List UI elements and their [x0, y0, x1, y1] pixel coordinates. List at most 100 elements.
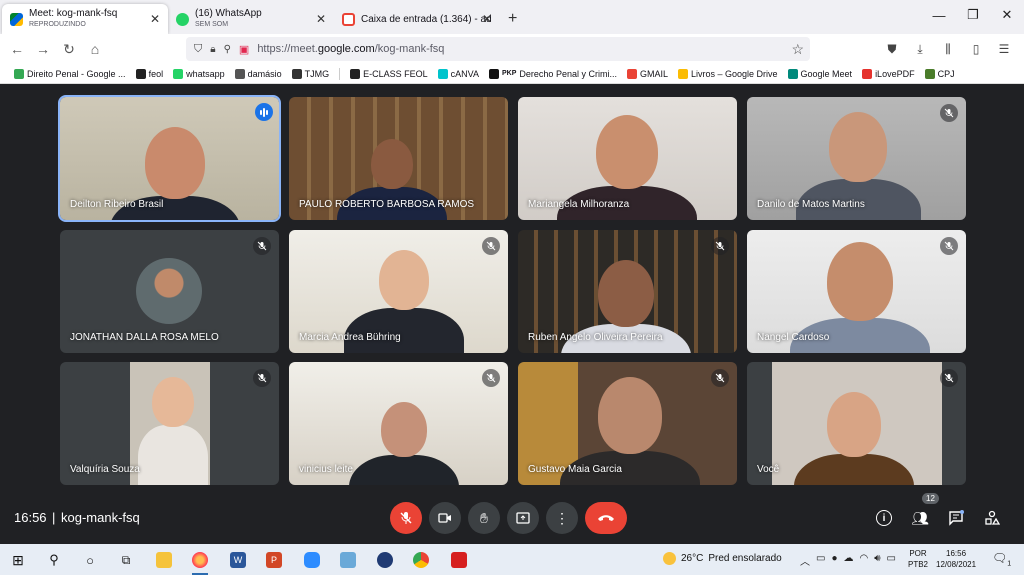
participant-tile[interactable]: Gustavo Maia Garcia: [518, 362, 737, 485]
bookmark-item[interactable]: damásio: [234, 68, 282, 79]
participant-face: [152, 377, 194, 428]
bookmark-item[interactable]: TJMG: [291, 68, 329, 79]
close-window-icon[interactable]: ✕: [990, 0, 1024, 30]
chat-button[interactable]: [944, 506, 968, 530]
mic-off-icon: [940, 369, 958, 387]
camera-icon[interactable]: ▣: [239, 43, 249, 56]
participant-tile[interactable]: vinicius leite: [289, 362, 508, 485]
bookmark-item[interactable]: whatsapp: [173, 68, 225, 79]
participant-name: Danilo de Matos Martins: [757, 199, 865, 210]
activities-button[interactable]: [980, 506, 1004, 530]
camera-toggle-button[interactable]: [429, 502, 461, 534]
bookmark-item[interactable]: Livros – Google Drive: [677, 68, 778, 79]
info-button[interactable]: i: [872, 506, 896, 530]
app-icon[interactable]: [373, 548, 397, 572]
app-tray-icon[interactable]: ●: [831, 553, 837, 568]
tab-whatsapp[interactable]: (16) WhatsApp SEM SOM ✕: [168, 4, 334, 34]
tab-gmail[interactable]: Caixa de entrada (1.364) - advo ✕: [334, 4, 500, 34]
close-icon[interactable]: ✕: [316, 12, 326, 26]
chrome-icon[interactable]: [409, 548, 433, 572]
bookmark-item[interactable]: iLovePDF: [862, 68, 915, 79]
battery-icon[interactable]: ▭: [887, 553, 896, 568]
hand-icon: ✋︎: [480, 509, 488, 526]
raise-hand-button[interactable]: ✋︎: [468, 502, 500, 534]
wifi-icon[interactable]: ◠: [860, 553, 869, 568]
tab-title: Meet: kog-mank-fsq: [29, 8, 118, 19]
file-explorer-icon[interactable]: [152, 548, 176, 572]
volume-icon[interactable]: 🔊︎: [874, 553, 880, 568]
participant-tile[interactable]: Ruben Angelo Oliveira Pereira: [518, 230, 737, 353]
mic-toggle-button[interactable]: [390, 502, 422, 534]
participant-tile[interactable]: Mariangela Milhoranza: [518, 97, 737, 220]
participant-tile[interactable]: Nangel Cardoso: [747, 230, 966, 353]
firefox-icon[interactable]: [188, 548, 212, 575]
download-icon[interactable]: ⤓: [908, 38, 932, 60]
bookmark-item[interactable]: E-CLASS FEOL: [350, 68, 428, 79]
bookmark-icon: [489, 68, 500, 79]
more-options-button[interactable]: ⋮: [546, 502, 578, 534]
present-button[interactable]: [507, 502, 539, 534]
close-icon[interactable]: ✕: [482, 12, 492, 26]
meet-icon: [10, 12, 23, 26]
participant-tile[interactable]: Você: [747, 362, 966, 485]
acrobat-icon[interactable]: [447, 548, 471, 572]
bookmark-item[interactable]: Google Meet: [787, 68, 852, 79]
cloud-icon[interactable]: ☁︎: [844, 553, 854, 568]
bookmark-item[interactable]: cANVA: [437, 68, 479, 79]
bookmark-item[interactable]: Direito Penal - Google ...: [14, 68, 126, 79]
language-indicator[interactable]: POR PTB2: [908, 548, 928, 570]
cortana-icon[interactable]: ○: [78, 548, 102, 572]
library-icon[interactable]: ⫼: [936, 38, 960, 60]
participant-tile[interactable]: Danilo de Matos Martins: [747, 97, 966, 220]
menu-icon[interactable]: ☰: [992, 38, 1016, 60]
tab-title: (16) WhatsApp: [195, 8, 262, 19]
address-bar[interactable]: ⛉ 🔒︎ ⚲ ▣ https://meet.google.com/kog-man…: [186, 37, 810, 61]
chevron-up-icon[interactable]: ︿: [800, 553, 810, 568]
search-icon[interactable]: ⚲: [42, 548, 66, 572]
participant-tile[interactable]: PAULO ROBERTO BARBOSA RAMOS: [289, 97, 508, 220]
bookmark-star-icon[interactable]: ☆: [791, 41, 804, 58]
minimize-icon[interactable]: —: [922, 0, 956, 30]
participant-face: [598, 260, 654, 328]
clock[interactable]: 16:56 12/08/2021: [936, 548, 976, 570]
new-tab-button[interactable]: +: [508, 4, 517, 34]
participant-tile[interactable]: JONATHAN DALLA ROSA MELO: [60, 230, 279, 353]
lock-icon[interactable]: 🔒︎: [210, 44, 215, 55]
zoom-icon[interactable]: [300, 548, 324, 572]
forward-icon[interactable]: →: [30, 36, 56, 62]
people-button[interactable]: 👥︎: [908, 506, 932, 530]
notifications-icon[interactable]: 🗨︎1: [992, 551, 1011, 567]
weather-widget[interactable]: 26°C Pred ensolarado: [663, 552, 782, 565]
pocket-icon[interactable]: ⛊: [880, 38, 904, 60]
bookmark-icon: [437, 68, 448, 79]
toolbar-right: ⛊ ⤓ ⫼ ▯ ☰: [880, 38, 1016, 60]
permissions-icon[interactable]: ⚲: [224, 44, 231, 55]
bookmark-item[interactable]: GMAIL: [626, 68, 668, 79]
participant-tile[interactable]: Marcia Andrea Bühring: [289, 230, 508, 353]
bookmark-item[interactable]: feol: [135, 68, 163, 79]
close-icon[interactable]: ✕: [150, 12, 160, 26]
leave-call-button[interactable]: [585, 502, 627, 534]
bookmark-prefix: PKP: [502, 70, 517, 77]
sidebar-icon[interactable]: ▯: [964, 38, 988, 60]
back-icon[interactable]: ←: [4, 36, 30, 62]
meet-now-icon[interactable]: ▭: [816, 553, 825, 568]
bookmark-item[interactable]: PKP Derecho Penal y Crimi...: [489, 68, 617, 79]
home-icon[interactable]: ⌂: [82, 36, 108, 62]
bookmark-item[interactable]: CPJ: [924, 68, 955, 79]
participant-face: [145, 127, 205, 199]
participant-tile[interactable]: Deilton Ribeiro Brasil: [58, 95, 281, 222]
task-view-icon[interactable]: ⧉: [114, 548, 138, 572]
shield-icon[interactable]: ⛉: [194, 43, 202, 56]
app-icon[interactable]: [336, 548, 360, 572]
powerpoint-icon[interactable]: P: [262, 548, 286, 572]
mic-off-icon: [711, 369, 729, 387]
participant-tile[interactable]: Valquíria Souza: [60, 362, 279, 485]
restore-icon[interactable]: ❐: [956, 0, 990, 30]
hangup-icon: [598, 515, 614, 521]
tab-meet[interactable]: Meet: kog-mank-fsq REPRODUZINDO ✕: [2, 4, 168, 34]
windows-start-icon[interactable]: ⊞: [6, 548, 30, 572]
bookmark-label: damásio: [247, 68, 282, 79]
word-icon[interactable]: W: [226, 548, 250, 572]
reload-icon[interactable]: ↻: [56, 36, 82, 62]
